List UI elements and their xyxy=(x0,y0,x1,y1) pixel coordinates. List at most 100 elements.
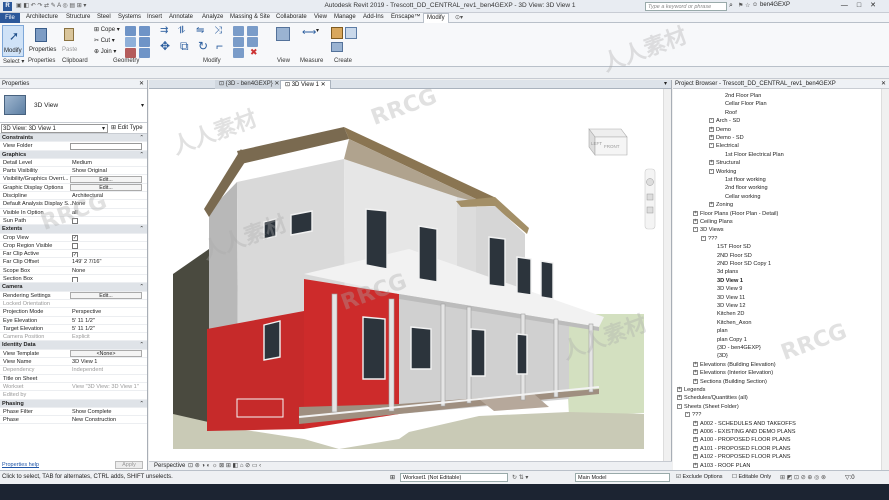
tab-modify[interactable]: Modify xyxy=(423,13,449,23)
steering-wheel-icon[interactable] xyxy=(646,178,654,186)
expand-icon[interactable]: + xyxy=(693,361,698,367)
property-checkbox[interactable]: ✓ xyxy=(72,251,78,258)
property-value[interactable]: all xyxy=(72,209,78,216)
worksets-icon[interactable]: ⊞ xyxy=(390,474,395,481)
mirror-draw-icon[interactable]: ⤨ xyxy=(214,25,222,36)
collapse-icon[interactable]: ⌃ xyxy=(139,151,144,158)
properties-button[interactable]: Properties xyxy=(29,25,56,57)
property-edit-button[interactable]: Edit... xyxy=(70,184,142,192)
tab-steel[interactable]: Steel xyxy=(97,14,111,20)
tab-analyze[interactable]: Analyze xyxy=(202,14,223,20)
exclude-options-toggle[interactable]: ☑ Exclude Options xyxy=(676,474,723,480)
browser-item[interactable]: {3D - ben4GEXP} xyxy=(717,344,761,352)
instance-selector[interactable]: 3D View: 3D View 1 ▾ xyxy=(1,124,108,133)
browser-item[interactable]: + Legends xyxy=(677,386,705,394)
geometry-tool-icon[interactable] xyxy=(139,48,150,58)
viewcube[interactable]: LEFT FRONT xyxy=(588,128,628,156)
array-icon[interactable] xyxy=(233,37,244,47)
browser-item[interactable]: + Sections (Building Section) xyxy=(693,378,767,386)
mirror-icon[interactable]: ⇋ xyxy=(196,25,204,36)
browser-item[interactable]: + A006 - EXISTING AND DEMO PLANS xyxy=(693,428,795,436)
create-group-icon[interactable] xyxy=(345,27,357,39)
expand-icon[interactable]: + xyxy=(677,387,682,393)
browser-item[interactable]: - Working xyxy=(709,168,736,176)
property-value[interactable]: 5' 11 1/2" xyxy=(72,317,95,324)
expand-icon[interactable]: + xyxy=(709,126,714,132)
browser-item[interactable]: + A102 - PROPOSED FLOOR PLANS xyxy=(693,453,790,461)
browser-item[interactable]: 2ND Floor SD Copy 1 xyxy=(717,260,771,268)
property-value[interactable]: 5' 11 1/2" xyxy=(72,325,95,332)
collapse-icon[interactable]: - xyxy=(701,235,706,241)
tab-view[interactable]: View xyxy=(314,14,327,20)
browser-item[interactable]: -??? xyxy=(701,235,717,243)
move-icon[interactable]: ✥ xyxy=(160,39,170,53)
browser-scrollbar[interactable] xyxy=(881,89,889,470)
copy-icon[interactable]: ⧉ xyxy=(180,39,189,54)
browser-item[interactable]: 3d plans xyxy=(717,268,738,276)
browser-item[interactable]: 1st Floor Electrical Plan xyxy=(725,151,784,159)
expand-icon[interactable]: + xyxy=(693,462,698,468)
tab-add-ins[interactable]: Add-Ins xyxy=(363,14,384,20)
rotate-icon[interactable]: ↻ xyxy=(198,39,208,53)
browser-item[interactable]: -??? xyxy=(685,411,701,419)
tab-file[interactable]: File xyxy=(0,13,20,23)
geometry-tool-icon[interactable] xyxy=(139,37,150,47)
cope-button[interactable]: ⊞ Cope ▾ xyxy=(94,26,120,33)
browser-item[interactable]: Cellar working xyxy=(725,193,760,201)
navigation-bar[interactable] xyxy=(644,168,656,230)
tab-architecture[interactable]: Architecture xyxy=(26,14,58,20)
active-workset-select[interactable]: Workset1 (Not Editable) xyxy=(400,473,508,482)
geometry-tool-icon[interactable] xyxy=(125,48,136,58)
geometry-tool-icon[interactable] xyxy=(125,37,136,47)
tab-insert[interactable]: Insert xyxy=(147,14,162,20)
tab-structure[interactable]: Structure xyxy=(66,14,90,20)
expand-icon[interactable]: + xyxy=(693,378,698,384)
expand-icon[interactable]: + xyxy=(693,210,698,216)
view-scrollbar[interactable] xyxy=(663,89,671,461)
expand-icon[interactable]: + xyxy=(693,420,698,426)
selection-icons[interactable]: ⊞ ◩ ⊡ ⊘ ⊕ ◎ ⊗ xyxy=(780,474,826,481)
edit-type-button[interactable]: ⊞ Edit Type xyxy=(111,123,143,134)
browser-item[interactable]: + Schedules/Quantities (all) xyxy=(677,394,748,402)
collapse-icon[interactable]: ⌃ xyxy=(139,283,144,290)
measure-icon[interactable]: ⟷ xyxy=(302,27,316,38)
browser-item[interactable]: - Sheets (Sheet Folder) xyxy=(677,403,739,411)
view-tool-icon[interactable] xyxy=(276,27,290,41)
browser-item[interactable]: 1st floor working xyxy=(725,176,766,184)
tab-3d-view-1[interactable]: ⊡ 3D View 1 ✕ xyxy=(280,80,331,89)
browser-item[interactable]: -3D Views xyxy=(693,226,724,234)
expand-icon[interactable]: + xyxy=(693,437,698,443)
scale-icon[interactable] xyxy=(247,26,258,36)
property-value[interactable]: Show Complete xyxy=(72,408,112,415)
browser-item[interactable]: + A101 - PROPOSED FLOOR PLANS xyxy=(693,445,790,453)
property-value[interactable]: Medium xyxy=(72,159,92,166)
collapse-icon[interactable]: ⌃ xyxy=(139,134,144,141)
unpin-icon[interactable] xyxy=(247,37,258,47)
tab-collaborate[interactable]: Collaborate xyxy=(276,14,307,20)
browser-item[interactable]: 3D View 9 xyxy=(717,285,742,293)
viewcube-top[interactable] xyxy=(588,128,628,138)
property-value[interactable]: 3D View 1 xyxy=(72,358,97,365)
browser-item[interactable]: + A103 - ROOF PLAN xyxy=(693,462,750,470)
browser-item[interactable]: + Ceiling Plans xyxy=(693,218,733,226)
property-edit-button[interactable]: <None> xyxy=(70,350,142,357)
tab-manage[interactable]: Manage xyxy=(334,14,356,20)
browser-item[interactable]: 2ND Floor SD xyxy=(717,252,752,260)
collapse-icon[interactable]: - xyxy=(685,412,690,418)
property-checkbox[interactable] xyxy=(72,243,78,250)
tab-massing-site[interactable]: Massing & Site xyxy=(230,14,270,20)
view-tabs-menu-icon[interactable]: ▾ xyxy=(664,80,667,87)
sync-icons[interactable]: ↻ ⇅ ▾ xyxy=(512,474,528,481)
3d-model-canvas[interactable]: LEFT FRONT xyxy=(149,89,663,461)
split-icon[interactable] xyxy=(233,26,244,36)
join-button[interactable]: ⊕ Join ▾ xyxy=(94,48,116,55)
trim-icon[interactable]: ⌐ xyxy=(216,39,223,53)
browser-item[interactable]: 1ST Floor SD xyxy=(717,243,751,251)
property-group[interactable]: Graphics ⌃ xyxy=(0,150,147,159)
align-icon[interactable]: ⇉ xyxy=(160,25,168,36)
property-value[interactable]: Architectural xyxy=(72,192,103,199)
browser-item[interactable]: 3D View 11 xyxy=(717,294,745,302)
property-value[interactable]: None xyxy=(72,200,85,207)
property-value[interactable]: Perspective xyxy=(72,308,101,315)
property-checkbox[interactable] xyxy=(72,276,78,283)
